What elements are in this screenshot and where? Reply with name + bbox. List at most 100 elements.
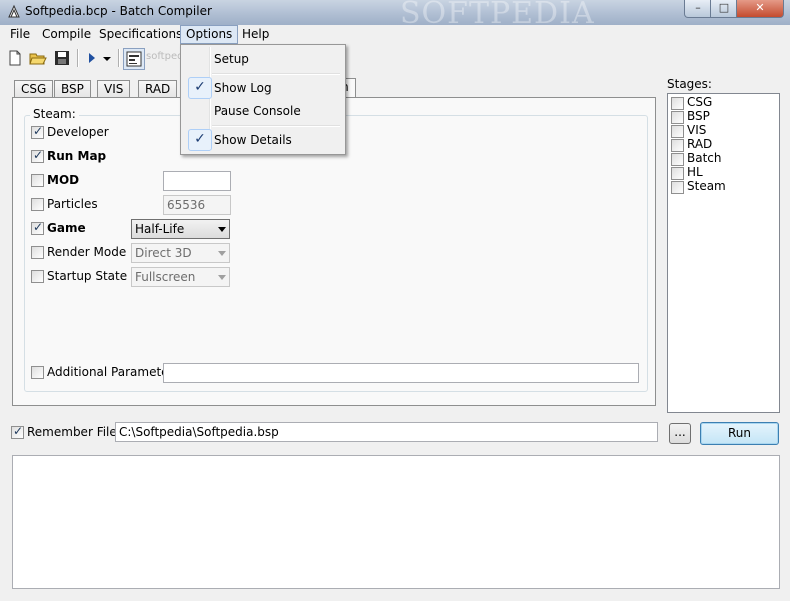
window-title: Softpedia.bcp - Batch Compiler — [25, 4, 212, 18]
menu-options[interactable]: Options — [180, 25, 239, 44]
additional-parameters-label: Additional Parameters — [47, 365, 180, 379]
run-dropdown-button[interactable] — [100, 48, 114, 68]
render-mode-checkbox[interactable] — [31, 246, 44, 259]
chevron-down-icon — [218, 227, 226, 232]
stages-label: Stages: — [667, 77, 712, 91]
stage-rad-label: RAD — [687, 137, 713, 151]
steam-group-label: Steam: — [30, 107, 79, 121]
menu-item-setup-label: Setup — [214, 52, 249, 66]
startup-state-select[interactable]: Fullscreen — [131, 267, 230, 287]
properties-button[interactable] — [123, 48, 145, 70]
browse-button[interactable]: ... — [669, 423, 691, 444]
title-bar: Softpedia.bcp - Batch Compiler SOFTPEDIA… — [0, 0, 790, 31]
file-path-input[interactable]: C:\Softpedia\Softpedia.bsp — [115, 422, 658, 442]
tab-csg[interactable]: CSG — [14, 80, 54, 98]
render-mode-select-value: Direct 3D — [135, 246, 192, 260]
check-icon: ✓ — [33, 148, 44, 162]
startup-state-select-value: Fullscreen — [135, 270, 196, 284]
menu-item-show-details[interactable]: ✓ Show Details — [183, 129, 341, 151]
chevron-down-icon — [103, 57, 111, 61]
open-folder-icon — [29, 53, 47, 65]
menu-compile[interactable]: Compile — [37, 25, 96, 43]
game-label: Game — [47, 221, 86, 235]
stage-vis-checkbox[interactable] — [671, 125, 684, 138]
particles-label: Particles — [47, 197, 98, 211]
new-file-button[interactable] — [5, 48, 25, 68]
check-icon: ✓ — [188, 129, 212, 151]
game-select-value: Half-Life — [135, 222, 185, 236]
startup-state-label: Startup State — [47, 269, 128, 283]
stage-steam-label: Steam — [687, 179, 726, 193]
mod-label: MOD — [47, 173, 80, 187]
startup-state-checkbox[interactable] — [31, 270, 44, 283]
remember-file-label: Remember File — [27, 425, 117, 439]
menu-item-pause-console-label: Pause Console — [214, 104, 301, 118]
close-button[interactable]: ✕ — [736, 0, 784, 18]
remember-file-checkbox[interactable]: ✓ — [11, 424, 24, 439]
stage-batch-label: Batch — [687, 151, 722, 165]
play-icon — [89, 53, 95, 63]
options-dropdown-menu: Setup ✓ Show Log Pause Console ✓ Show De… — [180, 44, 346, 155]
stage-bsp-label: BSP — [687, 109, 710, 123]
open-file-button[interactable] — [28, 48, 48, 68]
game-checkbox[interactable]: ✓ — [31, 220, 44, 235]
stage-csg-label: CSG — [687, 95, 713, 109]
menu-item-setup[interactable]: Setup — [183, 48, 341, 70]
chevron-down-icon — [218, 251, 226, 256]
particles-input[interactable]: 65536 — [163, 195, 231, 215]
additional-parameters-input[interactable] — [163, 363, 639, 383]
toolbar: softpedia.com — [0, 45, 790, 71]
toolbar-separator — [118, 49, 120, 67]
tab-vis[interactable]: VIS — [97, 80, 131, 98]
save-button[interactable] — [52, 48, 72, 68]
stage-batch-checkbox[interactable] — [671, 153, 684, 166]
close-icon: ✕ — [755, 1, 765, 14]
tab-bsp[interactable]: BSP — [54, 80, 91, 98]
check-icon: ✓ — [33, 124, 44, 138]
menu-item-show-details-label: Show Details — [214, 133, 292, 147]
app-icon — [8, 4, 20, 18]
menu-item-pause-console[interactable]: Pause Console — [183, 100, 341, 122]
run-map-checkbox[interactable]: ✓ — [31, 148, 44, 163]
properties-icon — [126, 51, 142, 67]
chevron-down-icon — [218, 275, 226, 280]
menu-bar: File Compile Specifications Options Help — [0, 25, 790, 45]
mod-checkbox[interactable] — [31, 174, 44, 187]
log-output[interactable] — [12, 455, 780, 589]
check-icon: ✓ — [188, 77, 212, 99]
run-button[interactable]: Run — [700, 422, 779, 445]
toolbar-separator — [77, 49, 79, 67]
game-select[interactable]: Half-Life — [131, 219, 230, 239]
stage-rad-checkbox[interactable] — [671, 139, 684, 152]
stage-hl-checkbox[interactable] — [671, 167, 684, 180]
menu-item-show-log-label: Show Log — [214, 81, 272, 95]
run-map-label: Run Map — [47, 149, 107, 163]
mod-input[interactable] — [163, 171, 231, 191]
menu-specifications[interactable]: Specifications — [94, 25, 187, 43]
menu-separator — [212, 125, 340, 127]
render-mode-label: Render Mode — [47, 245, 127, 259]
menu-separator — [212, 73, 340, 75]
stage-csg-checkbox[interactable] — [671, 97, 684, 110]
additional-parameters-checkbox[interactable] — [31, 366, 44, 379]
menu-item-show-log[interactable]: ✓ Show Log — [183, 77, 341, 99]
save-icon — [55, 51, 69, 65]
stage-hl-label: HL — [687, 165, 703, 179]
check-icon: ✓ — [33, 220, 44, 234]
stages-list: CSG BSP VIS RAD Batch HL Steam — [667, 93, 780, 413]
particles-checkbox[interactable] — [31, 198, 44, 211]
maximize-button[interactable]: □ — [710, 0, 738, 18]
render-mode-select[interactable]: Direct 3D — [131, 243, 230, 263]
tab-rad[interactable]: RAD — [138, 80, 178, 98]
stage-vis-label: VIS — [687, 123, 707, 137]
stage-bsp-checkbox[interactable] — [671, 111, 684, 124]
minimize-icon: – — [695, 1, 701, 14]
menu-file[interactable]: File — [5, 25, 35, 43]
minimize-button[interactable]: – — [684, 0, 712, 18]
menu-help[interactable]: Help — [237, 25, 274, 43]
developer-label: Developer — [47, 125, 109, 139]
stage-steam-checkbox[interactable] — [671, 181, 684, 194]
maximize-icon: □ — [718, 1, 730, 14]
developer-checkbox[interactable]: ✓ — [31, 124, 44, 139]
run-compile-button[interactable] — [82, 48, 102, 68]
